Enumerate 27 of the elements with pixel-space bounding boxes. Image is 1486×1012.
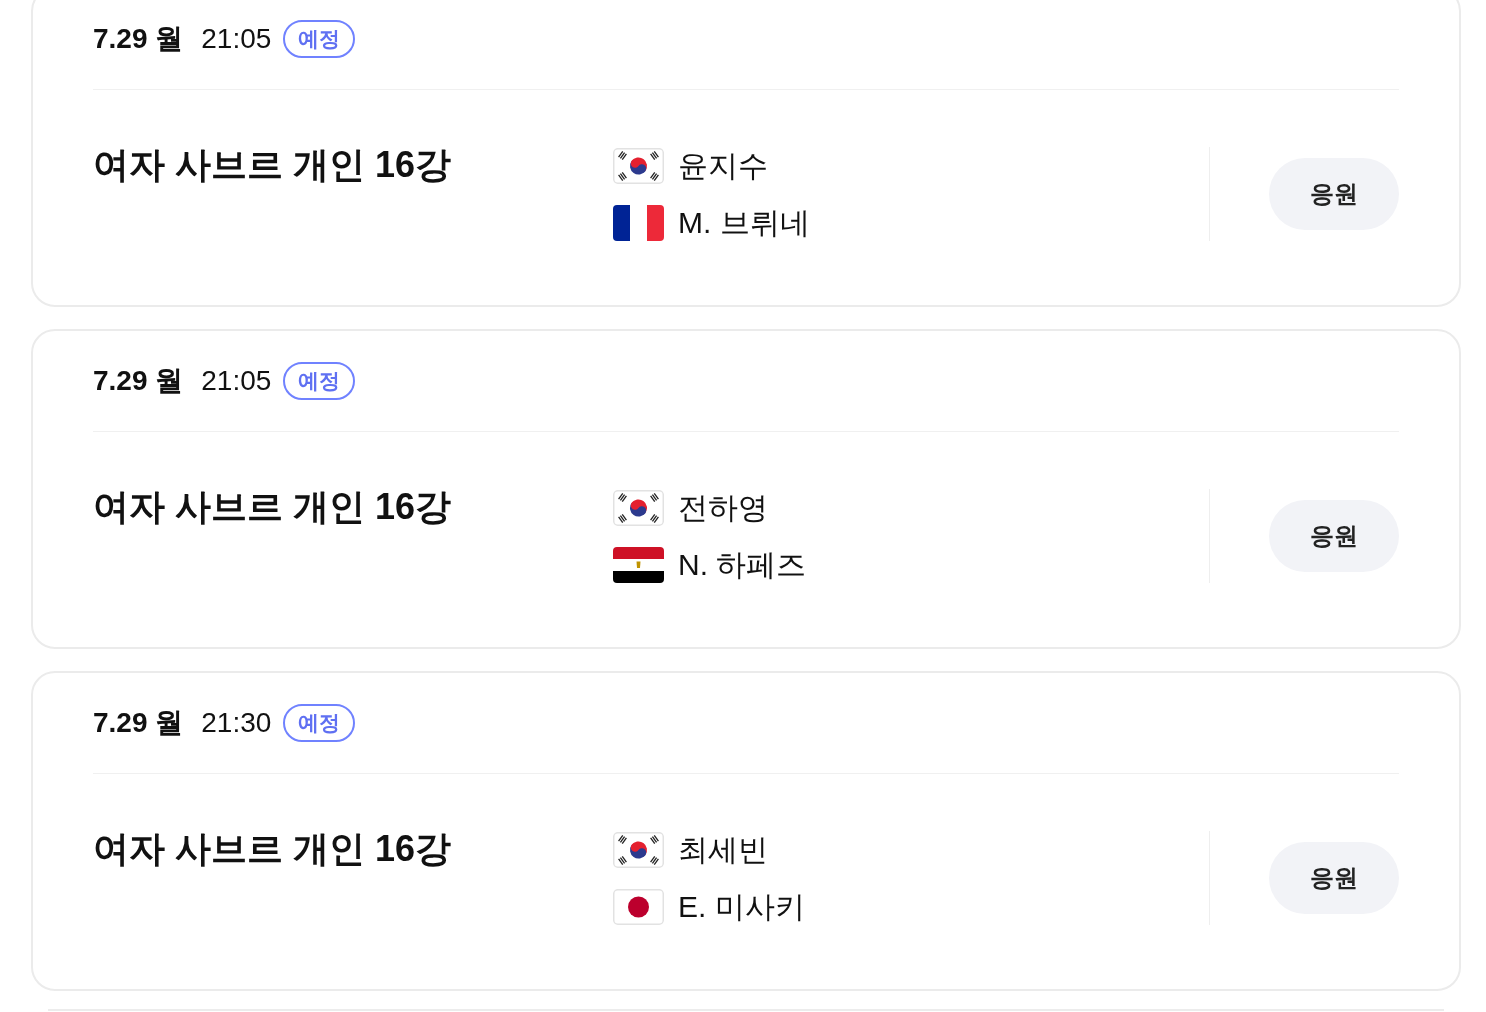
match-date: 7.29 월 [93, 22, 184, 56]
cheer-button[interactable]: 응원 [1269, 842, 1399, 914]
player-name: 최세빈 [678, 831, 768, 868]
match-time: 21:05 [201, 22, 272, 56]
player-name: N. 하페즈 [678, 546, 807, 583]
status-badge: 예정 [283, 704, 356, 742]
match-time: 21:30 [201, 706, 272, 740]
status-badge: 예정 [283, 20, 356, 58]
match-time: 21:05 [201, 364, 272, 398]
cheer-button[interactable]: 응원 [1269, 500, 1399, 572]
match-date: 7.29 월 [93, 364, 184, 398]
player-name: 전하영 [678, 489, 768, 526]
south-korea-flag-icon [613, 831, 664, 868]
france-flag-icon [613, 204, 664, 241]
egypt-flag-icon [613, 546, 664, 583]
japan-flag-icon [613, 888, 664, 925]
south-korea-flag-icon [613, 147, 664, 184]
cheer-button[interactable]: 응원 [1269, 158, 1399, 230]
status-badge: 예정 [283, 362, 356, 400]
player-name: E. 미사키 [678, 888, 805, 925]
match-date: 7.29 월 [93, 706, 184, 740]
event-title: 여자 사브르 개인 16강 [93, 485, 453, 529]
player-name: M. 브뤼네 [678, 204, 810, 241]
event-title: 여자 사브르 개인 16강 [93, 143, 453, 187]
south-korea-flag-icon [613, 489, 664, 526]
event-title: 여자 사브르 개인 16강 [93, 827, 453, 871]
player-name: 윤지수 [678, 147, 768, 184]
